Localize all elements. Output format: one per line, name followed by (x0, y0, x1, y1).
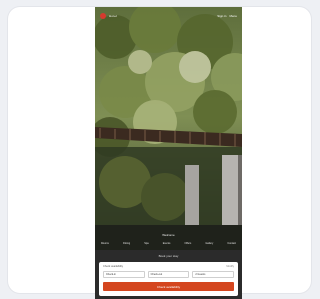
nav-item-rooms[interactable]: Rooms (101, 242, 109, 245)
top-nav-bar: Hotel Sign in Menu (95, 7, 242, 25)
check-in-field[interactable]: Check-in (103, 271, 145, 278)
sign-in-link[interactable]: Sign in (217, 14, 226, 18)
nav-item-events[interactable]: Events (163, 242, 171, 245)
nav-item-dining[interactable]: Dining (123, 242, 130, 245)
phone-screenshot: Hotel Sign in Menu Welcome Rooms Dining … (95, 7, 242, 299)
modify-link[interactable]: Modify (226, 265, 234, 268)
booking-panel: Book your stay Check availability Modify… (95, 250, 242, 299)
booking-tagline: Book your stay (158, 254, 179, 258)
brand-logo-icon[interactable] (100, 13, 106, 19)
nav-item-spa[interactable]: Spa (144, 242, 148, 245)
check-out-field[interactable]: Check-out (147, 271, 190, 278)
guests-field[interactable]: 2 Guests (192, 271, 235, 278)
check-availability-button[interactable]: Check availability (103, 282, 234, 291)
nav-item-contact[interactable]: Contact (227, 242, 236, 245)
hero-caption: Welcome (162, 233, 175, 237)
nav-item-gallery[interactable]: Gallery (205, 242, 213, 245)
booking-form: Check availability Modify Check-in Check… (99, 262, 238, 296)
brand-name: Hotel (109, 14, 118, 18)
form-title: Check availability (103, 265, 124, 268)
nav-item-offers[interactable]: Offers (185, 242, 192, 245)
section-nav: Rooms Dining Spa Events Offers Gallery C… (101, 242, 236, 245)
hero-image (95, 7, 242, 250)
menu-link[interactable]: Menu (229, 14, 237, 18)
